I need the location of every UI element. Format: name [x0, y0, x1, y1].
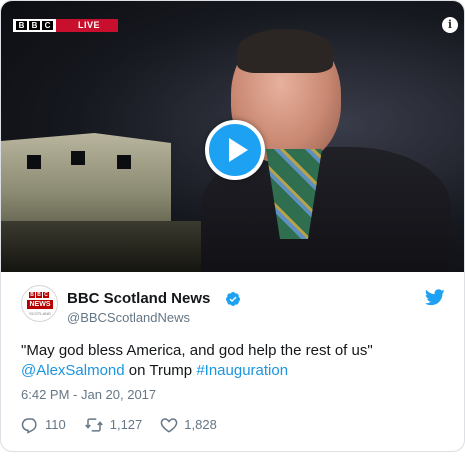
video-background-building — [1, 133, 171, 233]
tweet-text: "May god bless America, and god help the… — [21, 341, 451, 381]
bbc-logo: BBC — [13, 19, 56, 32]
mention-link[interactable]: @AlexSalmond — [21, 362, 125, 379]
retweet-button[interactable]: 1,127 — [84, 416, 143, 434]
bbc-live-banner: BBC LIVE — [13, 19, 119, 32]
play-button[interactable] — [205, 120, 265, 180]
avatar[interactable]: BBC NEWS SCOTLAND — [21, 285, 58, 322]
tweet-embed-card: BBC LIVE i BBC NEWS SCOTLAND BBC Scotlan… — [0, 0, 465, 452]
hashtag-link[interactable]: #Inauguration — [196, 362, 288, 379]
author-display-name[interactable]: BBC Scotland News — [67, 290, 210, 308]
reply-count: 110 — [45, 417, 66, 432]
tweet-quote: "May god bless America, and god help the… — [21, 342, 373, 359]
author-handle[interactable]: @BBCScotlandNews — [67, 310, 190, 326]
retweet-count: 1,127 — [109, 417, 143, 432]
live-label: LIVE — [78, 20, 101, 30]
tweet-timestamp[interactable]: 6:42 PM - Jan 20, 2017 — [21, 387, 156, 403]
retweet-icon — [84, 418, 103, 432]
reply-button[interactable]: 110 — [21, 416, 66, 434]
like-button[interactable]: 1,828 — [160, 416, 217, 434]
twitter-bird-icon[interactable] — [425, 289, 445, 306]
tweet-actions: 110 1,127 1,828 — [21, 415, 235, 435]
heart-icon — [160, 418, 178, 433]
verified-badge-icon — [226, 292, 240, 306]
video-player[interactable]: BBC LIVE i — [1, 1, 464, 272]
info-icon[interactable]: i — [442, 17, 458, 33]
tweet-text-mid: on Trump — [124, 362, 197, 379]
like-count: 1,828 — [184, 417, 217, 432]
reply-icon — [21, 418, 37, 434]
